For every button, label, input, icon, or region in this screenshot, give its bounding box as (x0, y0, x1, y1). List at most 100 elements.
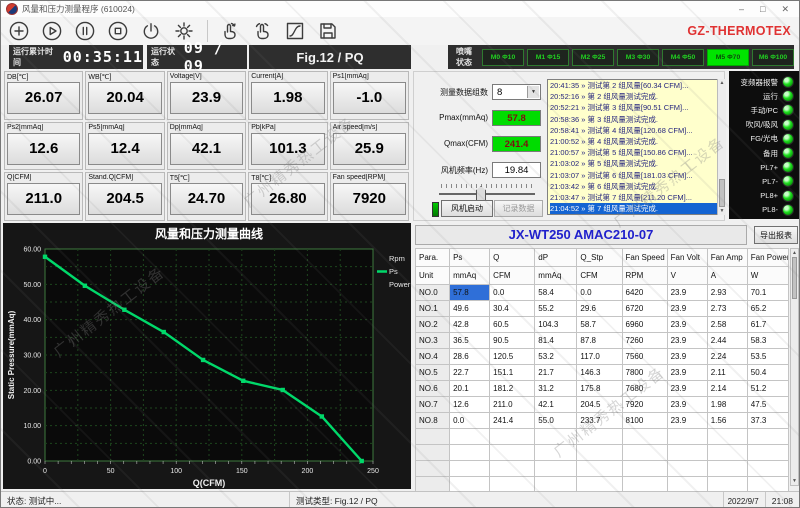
chevron-down-icon[interactable]: ▼ (527, 86, 539, 98)
table-cell[interactable]: 58.4 (535, 285, 577, 301)
table-cell[interactable]: 146.3 (577, 365, 622, 381)
table-cell[interactable]: 7800 (622, 365, 667, 381)
pause-button[interactable] (73, 19, 97, 43)
table-cell[interactable]: 55.2 (535, 301, 577, 317)
table-cell[interactable]: 0.0 (577, 285, 622, 301)
nozzle-button[interactable]: M0 Φ10 (482, 49, 524, 66)
save-button[interactable] (316, 19, 340, 43)
table-cell[interactable]: 211.0 (490, 397, 535, 413)
table-cell[interactable]: 23.9 (667, 365, 707, 381)
log-line[interactable]: 21:00:52 » 第 4 组风量测试完成. (550, 136, 724, 147)
table-scrollbar[interactable]: ▲ ▼ (790, 248, 799, 486)
table-cell[interactable]: 81.4 (535, 333, 577, 349)
close-icon[interactable]: ✕ (781, 5, 789, 14)
table-cell[interactable]: 29.6 (577, 301, 622, 317)
table-cell[interactable]: 23.9 (667, 381, 707, 397)
table-cell[interactable]: 0.0 (490, 285, 535, 301)
run-button[interactable] (40, 19, 64, 43)
table-cell[interactable]: 7260 (622, 333, 667, 349)
table-cell[interactable]: 23.9 (667, 333, 707, 349)
table-cell[interactable]: 120.5 (490, 349, 535, 365)
maximize-icon[interactable]: □ (760, 5, 765, 14)
table-cell[interactable]: 117.0 (577, 349, 622, 365)
table-cell[interactable]: 7680 (622, 381, 667, 397)
table-cell[interactable]: 51.2 (747, 381, 788, 397)
table-cell[interactable]: 241.4 (490, 413, 535, 429)
log-scrollbar[interactable]: ▲ ▼ (717, 79, 726, 215)
nozzle-button[interactable]: M1 Φ15 (527, 49, 569, 66)
table-cell[interactable]: 1.56 (707, 413, 747, 429)
table-cell[interactable]: 36.5 (450, 333, 490, 349)
table-cell[interactable]: NO.1 (416, 301, 450, 317)
table-cell[interactable]: 28.6 (450, 349, 490, 365)
table-cell[interactable]: 22.7 (450, 365, 490, 381)
table-cell[interactable]: NO.5 (416, 365, 450, 381)
scroll-down-icon[interactable]: ▼ (718, 208, 726, 214)
log-line[interactable]: 21:03:42 » 第 6 组风量测试完成. (550, 181, 724, 192)
table-scroll-thumb[interactable] (792, 257, 797, 299)
table-cell[interactable]: 65.2 (747, 301, 788, 317)
table-cell[interactable]: 55.0 (535, 413, 577, 429)
table-cell[interactable]: 23.9 (667, 317, 707, 333)
table-cell[interactable]: NO.8 (416, 413, 450, 429)
minimize-icon[interactable]: – (739, 5, 744, 14)
groups-dropdown[interactable]: 8 ▼ (492, 84, 541, 100)
table-cell[interactable]: NO.3 (416, 333, 450, 349)
table-cell[interactable]: 31.2 (535, 381, 577, 397)
nozzle-button[interactable]: M3 Φ30 (617, 49, 659, 66)
table-cell[interactable]: 61.7 (747, 317, 788, 333)
table-cell[interactable]: 42.1 (535, 397, 577, 413)
table-scroll-down-icon[interactable]: ▼ (791, 478, 798, 484)
table-cell[interactable]: 2.14 (707, 381, 747, 397)
nozzle-button[interactable]: M2 Φ25 (572, 49, 614, 66)
table-cell[interactable]: 23.9 (667, 285, 707, 301)
table-cell[interactable]: 2.11 (707, 365, 747, 381)
table-cell[interactable]: 49.6 (450, 301, 490, 317)
table-cell[interactable]: 60.5 (490, 317, 535, 333)
curve-chart-button[interactable] (283, 19, 307, 43)
table-cell[interactable]: 58.3 (747, 333, 788, 349)
table-cell[interactable]: NO.6 (416, 381, 450, 397)
log-line[interactable]: 20:58:36 » 第 3 组风量测试完成. (550, 114, 724, 125)
stop-button[interactable] (106, 19, 130, 43)
table-cell[interactable]: 7560 (622, 349, 667, 365)
log-line[interactable]: 21:03:47 » 测试第 7 组风量[211.20 CFM]... (550, 192, 724, 203)
table-cell[interactable]: 53.2 (535, 349, 577, 365)
export-report-button[interactable]: 导出报表 (754, 226, 798, 244)
table-cell[interactable]: 204.5 (577, 397, 622, 413)
add-button[interactable] (7, 19, 31, 43)
table-cell[interactable]: 2.58 (707, 317, 747, 333)
table-cell[interactable]: 30.4 (490, 301, 535, 317)
table-cell[interactable]: 23.9 (667, 349, 707, 365)
table-cell[interactable]: 104.3 (535, 317, 577, 333)
log-line[interactable]: 21:00:57 » 测试第 5 组风量[150.86 CFM]... (550, 147, 724, 158)
table-cell[interactable]: 23.9 (667, 301, 707, 317)
table-cell[interactable]: NO.0 (416, 285, 450, 301)
record-data-button[interactable]: 记录数据 (494, 200, 543, 217)
log-line[interactable]: 21:03:02 » 第 5 组风量测试完成. (550, 158, 724, 169)
table-cell[interactable]: 2.24 (707, 349, 747, 365)
table-cell[interactable]: 2.73 (707, 301, 747, 317)
table-cell[interactable]: 42.8 (450, 317, 490, 333)
log-line[interactable]: 20:58:41 » 测试第 4 组风量[120.68 CFM]... (550, 125, 724, 136)
table-cell[interactable]: NO.2 (416, 317, 450, 333)
log-line[interactable]: 21:03:07 » 测试第 6 组风量[181.03 CFM]... (550, 170, 724, 181)
auto-timer-hand-button[interactable] (250, 19, 274, 43)
table-cell[interactable]: 2.93 (707, 285, 747, 301)
table-cell[interactable]: 181.2 (490, 381, 535, 397)
log-line[interactable]: 20:41:35 » 测试第 2 组风量[60.34 CFM]... (550, 80, 724, 91)
table-cell[interactable]: 20.1 (450, 381, 490, 397)
table-cell[interactable]: 2.44 (707, 333, 747, 349)
fan-start-button[interactable]: 风机启动 (441, 200, 493, 217)
table-cell[interactable]: 175.8 (577, 381, 622, 397)
log-scroll-thumb[interactable] (719, 179, 725, 207)
freq-slider[interactable] (439, 193, 535, 195)
table-scroll-up-icon[interactable]: ▲ (791, 250, 798, 256)
table-cell[interactable]: 6420 (622, 285, 667, 301)
nozzle-button[interactable]: M5 Φ70 (707, 49, 749, 66)
table-cell[interactable]: 50.4 (747, 365, 788, 381)
log-line[interactable]: 21:04:52 » 第 7 组风量测试完成. (550, 203, 724, 214)
log-line[interactable]: 20:52:21 » 测试第 3 组风量[90.51 CFM]... (550, 102, 724, 113)
table-cell[interactable]: 90.5 (490, 333, 535, 349)
table-cell[interactable]: 87.8 (577, 333, 622, 349)
